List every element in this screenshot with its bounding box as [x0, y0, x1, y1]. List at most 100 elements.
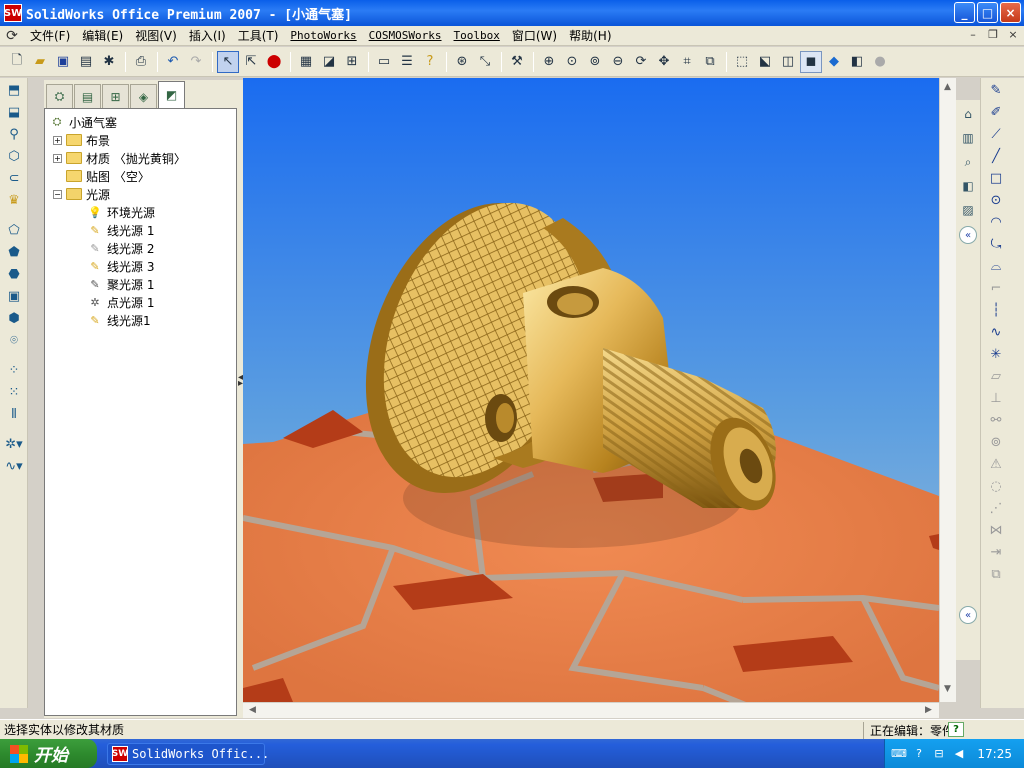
rendered-model-view[interactable] — [243, 78, 939, 702]
scroll-up-arrow-icon[interactable]: ▲ — [944, 82, 951, 92]
mirror-icon[interactable]: ⫴ — [3, 404, 25, 424]
3-point-arc-icon[interactable]: ⌓ — [985, 256, 1007, 276]
zoom-in-icon[interactable]: ⊚ — [584, 51, 606, 73]
rotate-icon[interactable]: ⟳ — [630, 51, 652, 73]
shell-icon[interactable]: ▣ — [3, 286, 25, 306]
grid-icon[interactable]: ▦ — [295, 51, 317, 73]
library-icon[interactable]: ▥ — [958, 128, 978, 148]
properties-icon[interactable]: ☰ — [396, 51, 418, 73]
menu-file[interactable]: 文件(F) — [24, 26, 76, 46]
repair-sketch-icon[interactable]: ⊚ — [985, 432, 1007, 452]
tree-item-point-light-1[interactable]: ✲ 点光源 1 — [45, 293, 236, 311]
point-icon[interactable]: ✳ — [985, 344, 1007, 364]
tree-item-directional-light-1[interactable]: ✎ 线光源 1 — [45, 221, 236, 239]
wireframe-icon[interactable]: ⬚ — [731, 51, 753, 73]
move-icon[interactable]: ⇥ — [985, 542, 1007, 562]
display-tab[interactable]: ◈ — [130, 84, 157, 108]
title-bar[interactable]: SW SolidWorks Office Premium 2007 - [小通气… — [0, 0, 1024, 26]
revolve-boss-icon[interactable]: ⬓ — [3, 102, 25, 122]
view-orientation-icon[interactable]: ▭ — [373, 51, 395, 73]
reference-geometry-icon[interactable]: ✲▾ — [3, 434, 25, 454]
draft-icon[interactable]: ⬢ — [3, 308, 25, 328]
help-icon[interactable]: ? — [419, 51, 441, 73]
scroll-down-arrow-icon[interactable]: ▼ — [944, 684, 951, 694]
extrude-boss-icon[interactable]: ⬒ — [3, 80, 25, 100]
smart-dimension-icon[interactable]: ⟋ — [985, 124, 1007, 144]
revolve-cut-icon[interactable]: ♛ — [3, 190, 25, 210]
zoom-fit-icon[interactable]: ⊕ — [538, 51, 560, 73]
centerline-icon[interactable]: ┆ — [985, 300, 1007, 320]
pan-icon[interactable]: ✥ — [653, 51, 675, 73]
tree-item-material[interactable]: + 材质 〈抛光黄铜〉 — [45, 149, 236, 167]
add-relation-icon[interactable]: ⊥ — [985, 388, 1007, 408]
menu-cosmosworks[interactable]: COSMOSWorks — [363, 26, 448, 46]
circle-icon[interactable]: ⊙ — [985, 190, 1007, 210]
tool-icon[interactable]: ⚒ — [506, 51, 528, 73]
photoworks-tab[interactable]: ◩ — [158, 81, 185, 108]
clock[interactable]: 17:25 — [977, 747, 1012, 761]
start-button[interactable]: 开始 — [0, 739, 97, 768]
graphics-area[interactable] — [243, 78, 939, 702]
new-icon[interactable]: 🗋 — [6, 51, 28, 73]
standard-views-icon[interactable]: ⧉ — [699, 51, 721, 73]
vertical-scrollbar[interactable]: ▲ ▼ — [939, 78, 956, 702]
collapse-chevron-icon-lower[interactable]: « — [959, 606, 977, 624]
select-filter-icon[interactable]: ⇱ — [240, 51, 262, 73]
sketch-icon[interactable]: ⊛ — [451, 51, 473, 73]
doc-minimize-button[interactable]: – — [966, 28, 980, 41]
tree-item-spot-light-1[interactable]: ✎ 聚光源 1 — [45, 275, 236, 293]
curves-icon[interactable]: ∿▾ — [3, 456, 25, 476]
ime-icon[interactable]: ⌨ — [891, 746, 907, 762]
print-preview-icon[interactable]: ▤ — [75, 51, 97, 73]
doc-restore-button[interactable]: ❐ — [986, 28, 1000, 41]
appearances-icon[interactable]: ▨ — [958, 200, 978, 220]
offset-icon[interactable]: ⋰ — [985, 498, 1007, 518]
expand-toggle[interactable]: + — [53, 153, 62, 163]
doc-close-button[interactable]: × — [1006, 28, 1020, 41]
search-icon[interactable]: ⌕ — [958, 152, 978, 172]
rectangle-icon[interactable]: □ — [985, 168, 1007, 188]
plane-icon[interactable]: ▱ — [985, 366, 1007, 386]
arc-icon[interactable]: ◠ — [985, 212, 1007, 232]
scroll-right-arrow-icon[interactable]: ▶ — [925, 705, 932, 715]
document-menu-icon[interactable]: ⟳ — [4, 28, 20, 44]
measure-icon[interactable]: ⊞ — [341, 51, 363, 73]
circular-pattern-icon[interactable]: ⁙ — [3, 382, 25, 402]
volume-icon[interactable]: ◀ — [951, 746, 967, 762]
options-icon[interactable]: ✱ — [98, 51, 120, 73]
perspective-icon[interactable]: ● — [869, 51, 891, 73]
redo-icon[interactable]: ↷ — [185, 51, 207, 73]
mirror-sketch-icon[interactable]: ⋈ — [985, 520, 1007, 540]
tree-root[interactable]: ⛭ 小通气塞 — [45, 113, 236, 131]
scroll-left-arrow-icon[interactable]: ◀ — [249, 705, 256, 715]
taskbar-solidworks-button[interactable]: SW SolidWorks Offic... — [107, 742, 269, 765]
help-tray-icon[interactable]: ? — [911, 746, 927, 762]
extrude-cut-icon[interactable]: ⊂ — [3, 168, 25, 188]
print-icon[interactable]: ⎙ — [130, 51, 152, 73]
display-relations-icon[interactable]: ⚯ — [985, 410, 1007, 430]
feature-tree-tab[interactable]: ⛭ — [46, 84, 73, 108]
config-tab[interactable]: ⊞ — [102, 84, 129, 108]
copy-icon[interactable]: ⧉ — [985, 564, 1007, 584]
rib-icon[interactable]: ⬣ — [3, 264, 25, 284]
select-icon[interactable]: ↖ — [217, 50, 239, 73]
help-icon[interactable]: ? — [948, 722, 964, 737]
hidden-lines-icon[interactable]: ⬕ — [754, 51, 776, 73]
menu-view[interactable]: 视图(V) — [129, 26, 183, 46]
menu-insert[interactable]: 插入(I) — [183, 26, 232, 46]
hlr-icon[interactable]: ◫ — [777, 51, 799, 73]
horizontal-scrollbar[interactable]: ◀ ▶ — [243, 702, 939, 718]
zoom-out-icon[interactable]: ⊖ — [607, 51, 629, 73]
tree-item-directional-light-4[interactable]: ✎ 线光源1 — [45, 311, 236, 329]
fillet-icon[interactable]: ⬠ — [3, 220, 25, 240]
sketch-icon[interactable]: ✎ — [985, 80, 1007, 100]
linear-pattern-icon[interactable]: ⁘ — [3, 360, 25, 380]
previous-view-icon[interactable]: ⌗ — [676, 51, 698, 73]
menu-edit[interactable]: 编辑(E) — [76, 26, 129, 46]
expand-toggle[interactable]: + — [53, 135, 62, 145]
tree-item-directional-light-2[interactable]: ✎ 线光源 2 — [45, 239, 236, 257]
tree-item-directional-light-3[interactable]: ✎ 线光源 3 — [45, 257, 236, 275]
maximize-button[interactable]: □ — [977, 2, 998, 23]
rebuild-icon[interactable]: ⬤ — [263, 51, 285, 73]
shadows-icon[interactable]: ◧ — [846, 51, 868, 73]
